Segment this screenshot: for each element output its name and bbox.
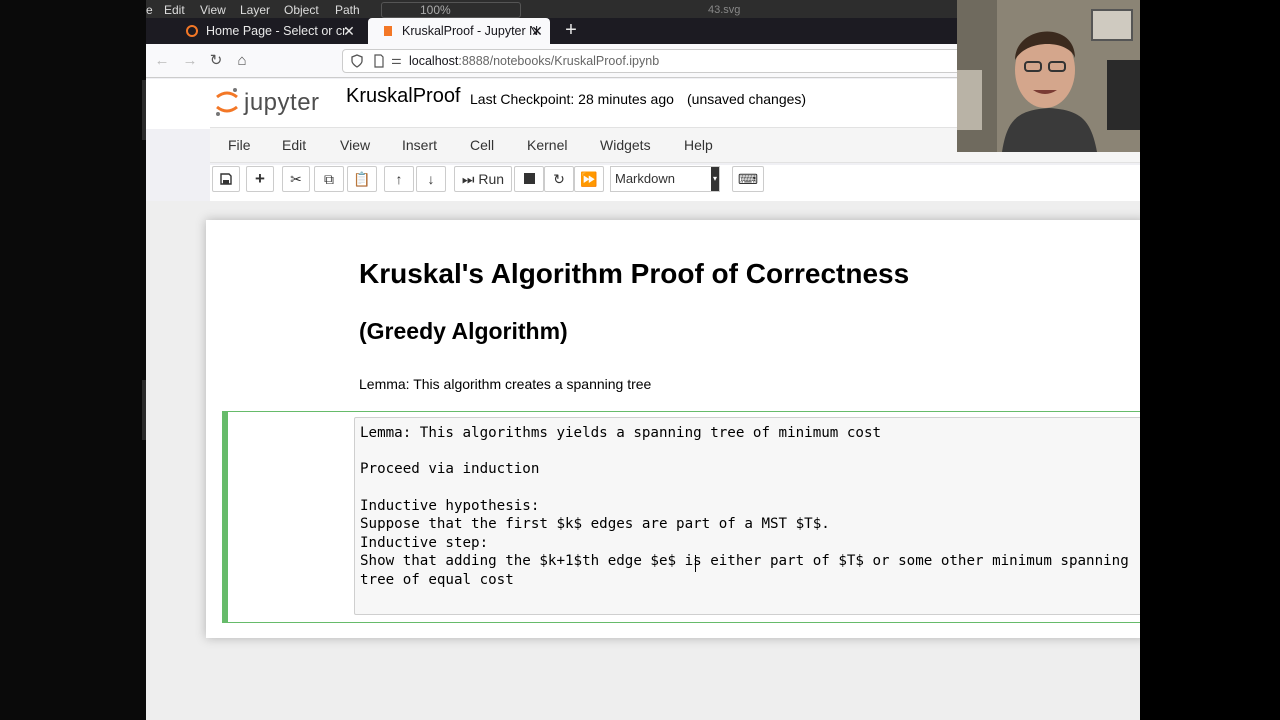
copy-icon: ⧉ [324, 171, 334, 187]
command-palette-button[interactable]: ⌨ [732, 166, 764, 192]
page-info-icon[interactable] [373, 54, 385, 68]
checkpoint-status: Last Checkpoint: 28 minutes ago [470, 91, 674, 107]
bg-menu-item[interactable]: Object [284, 3, 319, 17]
presenter-video [957, 0, 1140, 152]
code-line: Inductive step: [360, 535, 489, 551]
menu-cell[interactable]: Cell [470, 137, 494, 153]
code-line: Show that adding the $k+1$th edge $e$ is… [360, 553, 1129, 569]
url-text: localhost:8888/notebooks/KruskalProof.ip… [409, 54, 660, 68]
bg-menu-item[interactable]: e [146, 3, 153, 17]
insert-cell-button[interactable]: + [246, 166, 274, 192]
menu-kernel[interactable]: Kernel [527, 137, 567, 153]
permissions-icon[interactable]: ⚌ [391, 53, 402, 67]
bg-menu-item[interactable]: View [200, 3, 226, 17]
tab-title: KruskalProof - Jupyter N [402, 24, 539, 38]
save-button[interactable] [212, 166, 240, 192]
notebook-name[interactable]: KruskalProof [346, 85, 461, 108]
keyboard-icon: ⌨ [737, 171, 759, 187]
arrow-down-icon: ↓ [427, 171, 435, 187]
shield-icon[interactable] [351, 54, 363, 68]
webcam-overlay [957, 0, 1140, 152]
tab-kruskal-proof[interactable]: KruskalProof - Jupyter N ✕ [368, 18, 550, 44]
rendered-paragraph[interactable]: Lemma: This algorithm creates a spanning… [359, 376, 651, 392]
code-line: Lemma: This algorithms yields a spanning… [360, 425, 882, 441]
rendered-heading-1[interactable]: Kruskal's Algorithm Proof of Correctness [359, 258, 909, 290]
bg-menu-item[interactable]: Edit [164, 3, 185, 17]
jupyter-favicon-icon [186, 25, 198, 37]
copy-button[interactable]: ⧉ [314, 166, 344, 192]
run-button[interactable]: ⏭ Run [454, 166, 512, 192]
home-icon[interactable]: ⌂ [232, 51, 252, 71]
unsaved-status: (unsaved changes) [687, 91, 807, 107]
bg-menu-item[interactable]: Path [335, 3, 360, 17]
move-up-button[interactable]: ↑ [384, 166, 414, 192]
menu-help[interactable]: Help [684, 137, 713, 153]
notebook-area: Kruskal's Algorithm Proof of Correctness… [146, 201, 1140, 720]
zoom-field[interactable]: 100% [381, 2, 521, 18]
scissors-icon: ✂ [290, 171, 302, 187]
document-name: 43.svg [708, 4, 741, 16]
background-app-menubar: e Edit View Layer Object Path 100% 43.sv… [146, 0, 957, 18]
editing-cell[interactable]: Lemma: This algorithms yields a spanning… [222, 411, 1140, 623]
code-line: Inductive hypothesis: [360, 498, 540, 514]
jupyter-wordmark: jupyter [244, 89, 320, 116]
cut-button[interactable]: ✂ [282, 166, 310, 192]
menu-edit[interactable]: Edit [282, 137, 306, 153]
rendered-heading-2[interactable]: (Greedy Algorithm) [359, 318, 568, 345]
cell-type-select[interactable]: Markdown ▾ [610, 166, 720, 192]
tab-title: Home Page - Select or cr [206, 24, 347, 38]
interrupt-button[interactable] [514, 166, 544, 192]
back-icon[interactable]: ← [152, 51, 172, 71]
code-line: Suppose that the first $k$ edges are par… [360, 516, 830, 532]
letterbox-right [1140, 0, 1280, 720]
restart-icon: ↻ [553, 171, 565, 187]
new-tab-button[interactable]: + [560, 20, 582, 42]
jupyter-logo[interactable]: jupyter [214, 85, 332, 119]
step-forward-icon: ⏭ [461, 171, 475, 187]
restart-run-all-button[interactable]: ⏩ [574, 166, 604, 192]
menu-insert[interactable]: Insert [402, 137, 437, 153]
notebook-favicon-icon [384, 26, 392, 36]
screen: e Edit View Layer Object Path 100% 43.sv… [0, 0, 1280, 720]
run-label: Run [478, 171, 505, 187]
code-line: Proceed via induction [360, 461, 540, 477]
menu-view[interactable]: View [340, 137, 370, 153]
reload-icon[interactable]: ↻ [206, 51, 226, 71]
notebook-page: Kruskal's Algorithm Proof of Correctness… [206, 220, 1140, 638]
tab-home-page[interactable]: Home Page - Select or cr ✕ [172, 18, 362, 44]
save-icon [220, 173, 232, 185]
move-down-button[interactable]: ↓ [416, 166, 446, 192]
cell-editor[interactable]: Lemma: This algorithms yields a spanning… [354, 417, 1140, 615]
arrow-up-icon: ↑ [395, 171, 403, 187]
fast-forward-icon: ⏩ [580, 171, 598, 187]
jupyter-toolbar: + ✂ ⧉ 📋 ↑ ↓ ⏭ Run ↻ ⏩ Markdown ▾ ⌨ [210, 165, 1140, 201]
text-cursor [695, 555, 696, 572]
stop-icon [523, 173, 535, 184]
menu-widgets[interactable]: Widgets [600, 137, 651, 153]
code-line: tree of equal cost [360, 572, 514, 588]
jupyter-logo-icon [216, 88, 238, 116]
background-app-edge [0, 0, 146, 720]
chevron-down-icon: ▾ [711, 167, 719, 191]
bg-menu-item[interactable]: Layer [240, 3, 270, 17]
cell-type-value: Markdown [615, 171, 675, 186]
paste-icon: 📋 [353, 171, 371, 187]
restart-button[interactable]: ↻ [544, 166, 574, 192]
paste-button[interactable]: 📋 [347, 166, 377, 192]
close-tab-icon[interactable]: ✕ [530, 23, 544, 40]
close-tab-icon[interactable]: ✕ [342, 23, 356, 40]
menu-file[interactable]: File [228, 137, 251, 153]
plus-icon: + [255, 169, 265, 188]
forward-icon[interactable]: → [180, 51, 200, 71]
